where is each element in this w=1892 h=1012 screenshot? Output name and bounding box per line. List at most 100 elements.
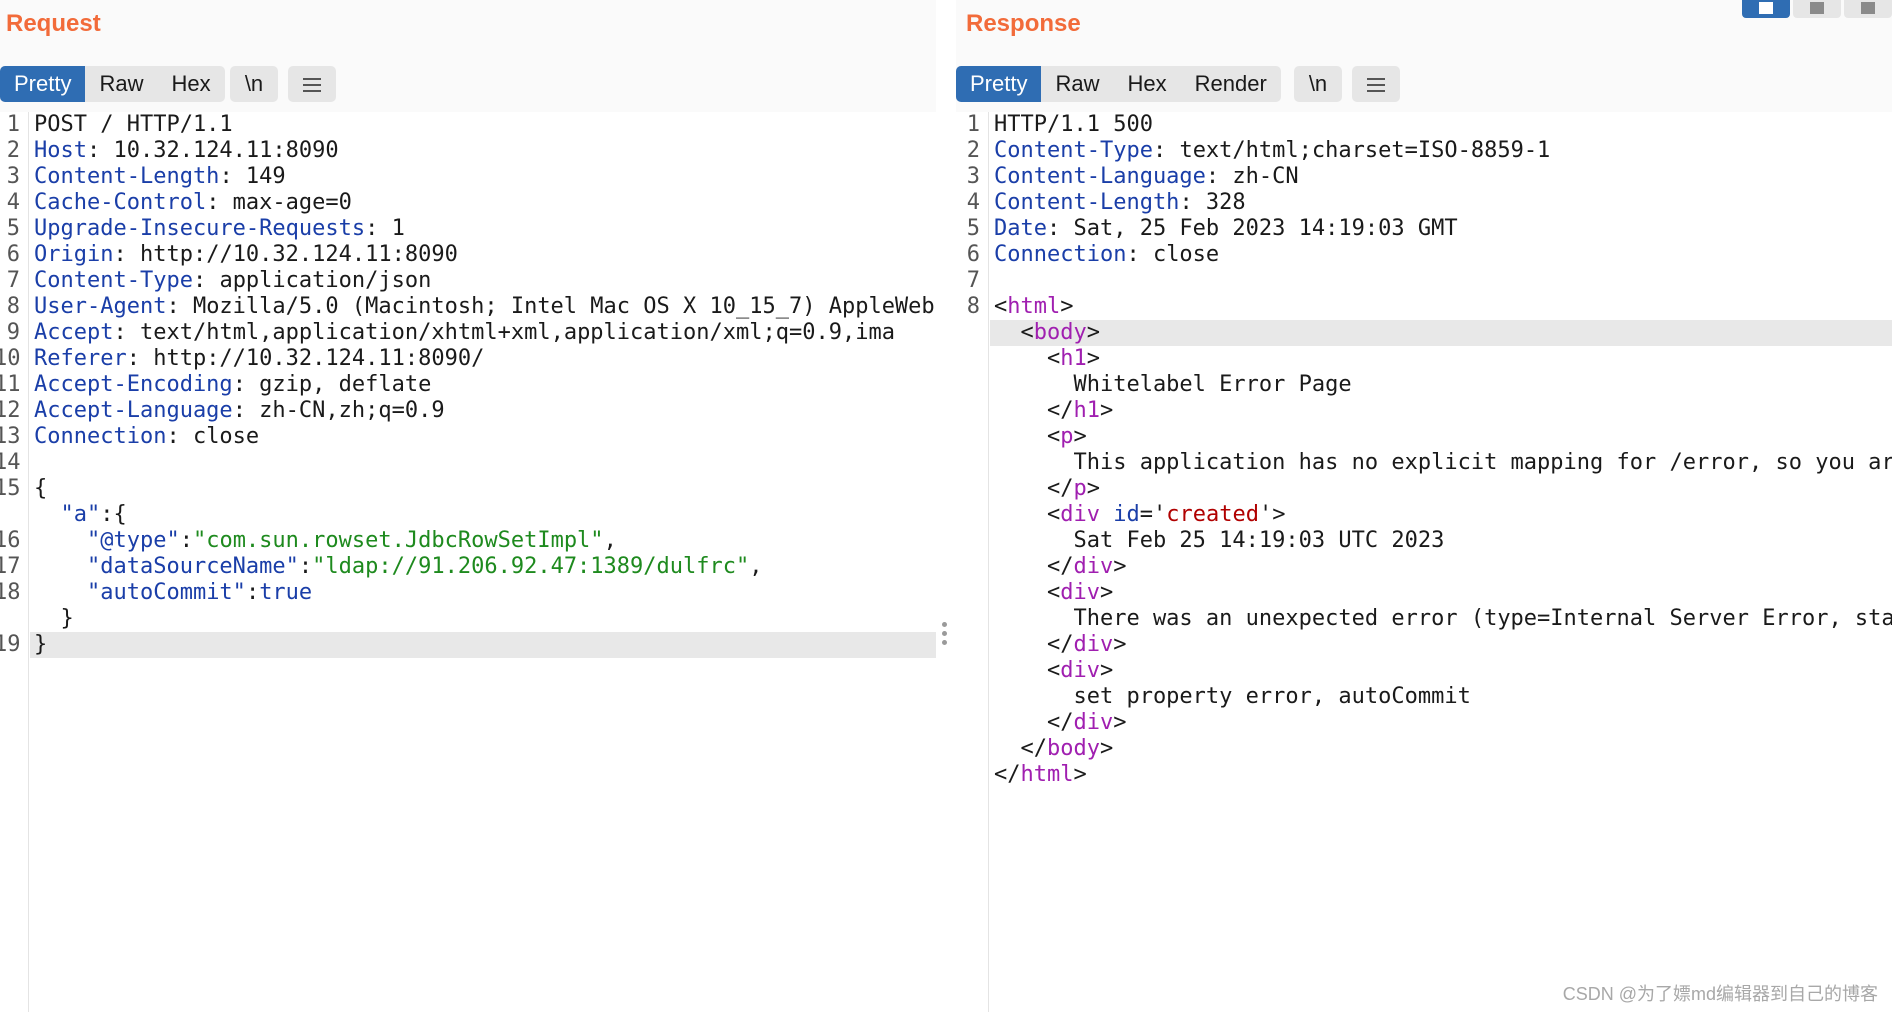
code-text: <div id='created'> xyxy=(994,502,1286,527)
code-line: 11 Accept-Encoding: gzip, deflate xyxy=(0,372,936,398)
line-number: 3 xyxy=(966,164,980,189)
line-number: 5 xyxy=(6,216,20,241)
response-pane: Response Pretty Raw Hex Render \n 1 HTTP/… xyxy=(956,0,1892,1012)
request-tab-hex[interactable]: Hex xyxy=(157,66,224,102)
code-line: set property error, autoCommit xyxy=(956,684,1892,710)
code-line: 2 Content-Type: text/html;charset=ISO-885… xyxy=(956,138,1892,164)
code-text: There was an unexpected error (type=Inte… xyxy=(994,606,1892,631)
code-line: 18 "autoCommit":true xyxy=(0,580,936,606)
code-text: </div> xyxy=(994,632,1127,657)
line-number: 10 xyxy=(0,346,21,371)
line-number: 4 xyxy=(6,190,20,215)
code-line: 19} xyxy=(0,632,936,658)
drag-handle-icon[interactable] xyxy=(942,618,947,649)
code-text: <p> xyxy=(994,424,1087,449)
code-line: } xyxy=(0,606,936,632)
code-text: set property error, autoCommit xyxy=(994,684,1471,709)
code-text: } xyxy=(34,632,48,657)
code-text: "dataSourceName":"ldap://91.206.92.47:13… xyxy=(86,554,763,579)
code-text: </p> xyxy=(994,476,1100,501)
code-text: Content-Type: text/html;charset=ISO-8859… xyxy=(994,138,1551,163)
code-text: Origin: http://10.32.124.11:8090 xyxy=(34,242,458,267)
code-line: 9 Accept: text/html,application/xhtml+xml… xyxy=(0,320,936,346)
code-line: 7 Content-Type: application/json xyxy=(0,268,936,294)
line-number: 11 xyxy=(0,372,21,397)
code-line: </div> xyxy=(956,632,1892,658)
code-text: Content-Length: 328 xyxy=(994,190,1246,215)
code-text: Cache-Control: max-age=0 xyxy=(34,190,352,215)
code-line: <p> xyxy=(956,424,1892,450)
response-tab-pretty[interactable]: Pretty xyxy=(956,66,1042,102)
code-line: 5 Date: Sat, 25 Feb 2023 14:19:03 GMT xyxy=(956,216,1892,242)
code-line: </div> xyxy=(956,554,1892,580)
line-number: 8 xyxy=(966,294,980,319)
line-number: 6 xyxy=(966,242,980,267)
code-line: 15 { xyxy=(0,476,936,502)
code-line: <h1> xyxy=(956,346,1892,372)
layout-switcher xyxy=(1742,0,1892,18)
request-newline-toggle[interactable]: \n xyxy=(230,66,278,102)
code-line: 17 "dataSourceName":"ldap://91.206.92.47… xyxy=(0,554,936,580)
line-number: 16 xyxy=(0,528,21,553)
request-pane: Request Pretty Raw Hex \n 1 POST / HTTP/1… xyxy=(0,0,936,1012)
pane-splitter[interactable] xyxy=(936,0,956,1012)
request-header: Request Pretty Raw Hex \n xyxy=(0,0,936,112)
line-number: 7 xyxy=(966,268,980,293)
line-number: 3 xyxy=(6,164,20,189)
code-line: </body> xyxy=(956,736,1892,762)
response-header: Response Pretty Raw Hex Render \n xyxy=(956,0,1892,112)
code-line: 12 Accept-Language: zh-CN,zh;q=0.9 xyxy=(0,398,936,424)
code-line: 8 <html> xyxy=(956,294,1892,320)
line-number: 19 xyxy=(0,632,21,657)
code-line: 4 Cache-Control: max-age=0 xyxy=(0,190,936,216)
request-tab-pretty[interactable]: Pretty xyxy=(0,66,86,102)
response-tab-render[interactable]: Render xyxy=(1181,66,1281,102)
code-text: <h1> xyxy=(994,346,1100,371)
code-line: There was an unexpected error (type=Inte… xyxy=(956,606,1892,632)
code-line: 2 Host: 10.32.124.11:8090 xyxy=(0,138,936,164)
code-text: Referer: http://10.32.124.11:8090/ xyxy=(34,346,485,371)
code-text: { xyxy=(34,476,48,501)
response-menu-button[interactable] xyxy=(1352,66,1400,102)
single-pane-icon[interactable] xyxy=(1844,0,1892,18)
line-number: 14 xyxy=(0,450,21,475)
split-rows-icon[interactable] xyxy=(1793,0,1841,18)
code-text: Date: Sat, 25 Feb 2023 14:19:03 GMT xyxy=(994,216,1458,241)
request-menu-button[interactable] xyxy=(288,66,336,102)
code-text: </div> xyxy=(994,554,1127,579)
line-number: 18 xyxy=(0,580,21,605)
code-text: POST / HTTP/1.1 xyxy=(34,112,233,137)
code-text: User-Agent: Mozilla/5.0 (Macintosh; Inte… xyxy=(34,294,935,319)
code-line: 4 Content-Length: 328 xyxy=(956,190,1892,216)
request-title: Request xyxy=(6,10,101,37)
code-line: Sat Feb 25 14:19:03 UTC 2023 xyxy=(956,528,1892,554)
code-line: 13 Connection: close xyxy=(0,424,936,450)
request-editor[interactable]: 1 POST / HTTP/1.1 2 Host: 10.32.124.11:8090… xyxy=(0,112,936,1012)
response-editor[interactable]: 1 HTTP/1.1 500 2 Content-Type: text/html;ch… xyxy=(956,112,1892,1012)
line-number: 13 xyxy=(0,424,21,449)
code-text: Accept-Language: zh-CN,zh;q=0.9 xyxy=(34,398,445,423)
request-view-tabs: Pretty Raw Hex xyxy=(0,66,225,102)
response-tab-hex[interactable]: Hex xyxy=(1113,66,1180,102)
hamburger-icon xyxy=(303,74,321,96)
response-tab-raw[interactable]: Raw xyxy=(1041,66,1113,102)
line-number: 7 xyxy=(6,268,20,293)
code-text: "a":{ xyxy=(60,502,127,527)
response-newline-toggle[interactable]: \n xyxy=(1294,66,1342,102)
code-line: 1 HTTP/1.1 500 xyxy=(956,112,1892,138)
line-number: 17 xyxy=(0,554,21,579)
code-line: <div> xyxy=(956,580,1892,606)
split-columns-icon[interactable] xyxy=(1742,0,1790,18)
code-line: </h1> xyxy=(956,398,1892,424)
code-text: Accept: text/html,application/xhtml+xml,… xyxy=(34,320,895,345)
code-text: } xyxy=(34,606,74,631)
request-tab-raw[interactable]: Raw xyxy=(85,66,157,102)
code-text: </div> xyxy=(994,710,1127,735)
code-line: 10 Referer: http://10.32.124.11:8090/ xyxy=(0,346,936,372)
line-number: 12 xyxy=(0,398,21,423)
code-text: "autoCommit":true xyxy=(86,580,313,605)
code-text: <div> xyxy=(994,580,1114,605)
line-number: 9 xyxy=(6,320,20,345)
code-text: <html> xyxy=(994,294,1074,319)
code-line: 7 xyxy=(956,268,1892,294)
